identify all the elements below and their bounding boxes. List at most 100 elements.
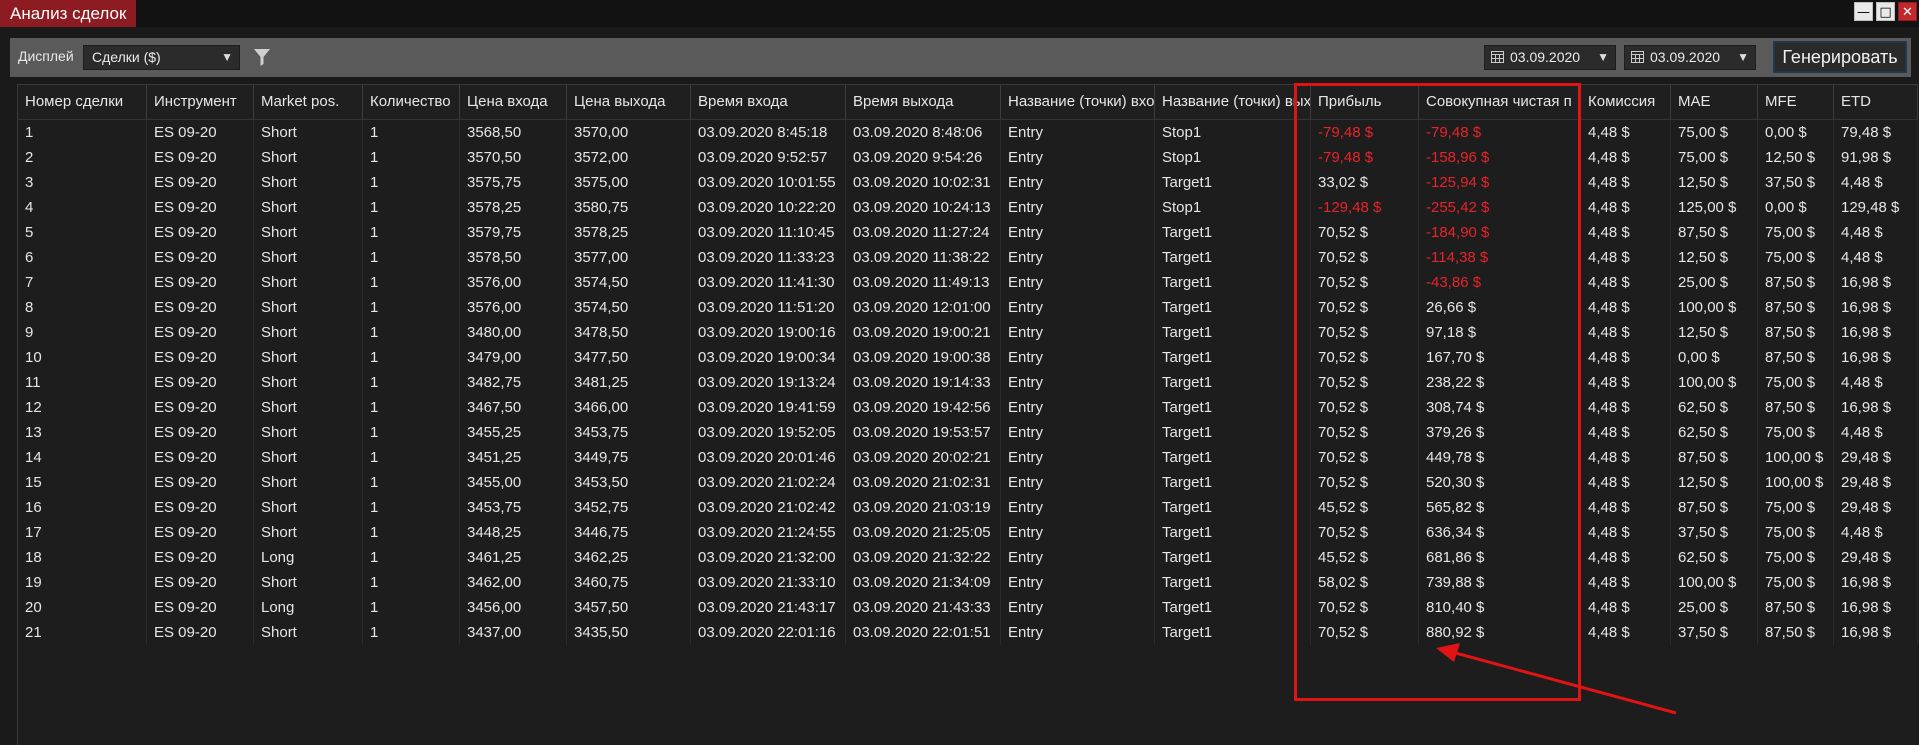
table-row[interactable]: 16 ES 09-20 Short 1 3453,75 3452,75 03.09.2020… — [18, 495, 1918, 520]
table-cell: ES 09-20 — [147, 245, 254, 270]
table-row[interactable]: 2 ES 09-20 Short 1 3570,50 3572,00 03.09.2020 … — [18, 145, 1918, 170]
table-cell: 3462,25 — [567, 545, 691, 570]
table-cell: 3575,75 — [460, 170, 567, 195]
table-row[interactable]: 15 ES 09-20 Short 1 3455,00 3453,50 03.09.2020… — [18, 470, 1918, 495]
table-cell: 3435,50 — [567, 620, 691, 645]
table-cell: 75,00 $ — [1758, 220, 1834, 245]
column-header[interactable]: Количество — [363, 85, 460, 119]
table-cell: -255,42 $ — [1419, 195, 1581, 220]
table-cell: 15 — [18, 470, 147, 495]
table-row[interactable]: 11 ES 09-20 Short 1 3482,75 3481,25 03.09.2020… — [18, 370, 1918, 395]
table-cell: 29,48 $ — [1834, 470, 1918, 495]
table-cell: 4,48 $ — [1581, 320, 1671, 345]
table-row[interactable]: 12 ES 09-20 Short 1 3467,50 3466,00 03.09.2020… — [18, 395, 1918, 420]
column-header[interactable]: Название (точки) вход — [1001, 85, 1155, 119]
table-row[interactable]: 13 ES 09-20 Short 1 3455,25 3453,75 03.09.2020… — [18, 420, 1918, 445]
table-cell: Entry — [1001, 445, 1155, 470]
table-cell: Entry — [1001, 345, 1155, 370]
column-header[interactable]: Прибыль — [1311, 85, 1419, 119]
column-header[interactable]: MAE — [1671, 85, 1758, 119]
table-cell: 16,98 $ — [1834, 570, 1918, 595]
table-cell: -158,96 $ — [1419, 145, 1581, 170]
table-cell: 20 — [18, 595, 147, 620]
table-cell: 70,52 $ — [1311, 470, 1419, 495]
table-cell: 87,50 $ — [1671, 220, 1758, 245]
generate-button[interactable]: Генерировать — [1773, 41, 1907, 73]
column-header[interactable]: Совокупная чистая п — [1419, 85, 1581, 119]
table-row[interactable]: 7 ES 09-20 Short 1 3576,00 3574,50 03.09.2020 … — [18, 270, 1918, 295]
table-cell: 3478,50 — [567, 320, 691, 345]
date-from-select[interactable]: 03.09.2020 ▼ — [1484, 45, 1616, 70]
column-header[interactable]: ETD — [1834, 85, 1918, 119]
table-cell: Entry — [1001, 470, 1155, 495]
table-cell: 4,48 $ — [1581, 470, 1671, 495]
table-row[interactable]: 6 ES 09-20 Short 1 3578,50 3577,00 03.09.2020 … — [18, 245, 1918, 270]
table-row[interactable]: 18 ES 09-20 Long 1 3461,25 3462,25 03.09.2020 … — [18, 545, 1918, 570]
table-row[interactable]: 8 ES 09-20 Short 1 3576,00 3574,50 03.09.2020 … — [18, 295, 1918, 320]
table-row[interactable]: 4 ES 09-20 Short 1 3578,25 3580,75 03.09.2020 … — [18, 195, 1918, 220]
table-cell: Short — [254, 570, 363, 595]
table-cell: 03.09.2020 19:14:33 — [846, 370, 1001, 395]
table-row[interactable]: 20 ES 09-20 Long 1 3456,00 3457,50 03.09.2020 … — [18, 595, 1918, 620]
table-row[interactable]: 3 ES 09-20 Short 1 3575,75 3575,00 03.09.2020 … — [18, 170, 1918, 195]
table-cell: 70,52 $ — [1311, 420, 1419, 445]
table-cell: 03.09.2020 21:02:42 — [691, 495, 846, 520]
table-row[interactable]: 1 ES 09-20 Short 1 3568,50 3570,00 03.09.2020 … — [18, 120, 1918, 145]
column-header[interactable]: MFE — [1758, 85, 1834, 119]
table-cell: 03.09.2020 11:41:30 — [691, 270, 846, 295]
column-header[interactable]: Время выхода — [846, 85, 1001, 119]
table-cell: Entry — [1001, 395, 1155, 420]
column-header[interactable]: Время входа — [691, 85, 846, 119]
table-cell: 13 — [18, 420, 147, 445]
table-cell: 3577,00 — [567, 245, 691, 270]
table-row[interactable]: 10 ES 09-20 Short 1 3479,00 3477,50 03.09.2020… — [18, 345, 1918, 370]
column-header[interactable]: Название (точки) вых — [1155, 85, 1311, 119]
column-header[interactable]: Market pos. — [254, 85, 363, 119]
table-cell: 03.09.2020 21:43:33 — [846, 595, 1001, 620]
table-cell: Short — [254, 520, 363, 545]
close-icon[interactable]: ✕ — [1898, 2, 1917, 21]
table-cell: 3467,50 — [460, 395, 567, 420]
table-row[interactable]: 9 ES 09-20 Short 1 3480,00 3478,50 03.09.2020 … — [18, 320, 1918, 345]
table-cell: 29,48 $ — [1834, 445, 1918, 470]
table-cell: 0,00 $ — [1671, 345, 1758, 370]
display-select[interactable]: Сделки ($) ▼ — [83, 45, 240, 70]
date-to-select[interactable]: 03.09.2020 ▼ — [1624, 45, 1756, 70]
table-cell: Entry — [1001, 120, 1155, 145]
table-cell: 12,50 $ — [1671, 170, 1758, 195]
column-header[interactable]: Цена выхода — [567, 85, 691, 119]
table-cell: 3575,00 — [567, 170, 691, 195]
table-cell: Long — [254, 545, 363, 570]
table-cell: 3482,75 — [460, 370, 567, 395]
table-row[interactable]: 5 ES 09-20 Short 1 3579,75 3578,25 03.09.2020 … — [18, 220, 1918, 245]
table-cell: 129,48 $ — [1834, 195, 1918, 220]
maximize-icon[interactable]: □ — [1876, 2, 1895, 21]
filter-icon[interactable] — [253, 47, 271, 67]
table-cell: 10 — [18, 345, 147, 370]
table-cell: 18 — [18, 545, 147, 570]
column-header[interactable]: Номер сделки — [18, 85, 147, 119]
table-cell: 238,22 $ — [1419, 370, 1581, 395]
table-cell: 4 — [18, 195, 147, 220]
table-cell: 16,98 $ — [1834, 395, 1918, 420]
table-cell: 1 — [363, 545, 460, 570]
table-cell: 3453,75 — [567, 420, 691, 445]
table-cell: 3460,75 — [567, 570, 691, 595]
minimize-icon[interactable]: — — [1854, 2, 1873, 21]
table-cell: 87,50 $ — [1758, 270, 1834, 295]
table-cell: 37,50 $ — [1671, 620, 1758, 645]
column-header[interactable]: Цена входа — [460, 85, 567, 119]
table-cell: 3477,50 — [567, 345, 691, 370]
table-cell: 11 — [18, 370, 147, 395]
table-cell: 9 — [18, 320, 147, 345]
column-header[interactable]: Инструмент — [147, 85, 254, 119]
column-header[interactable]: Комиссия — [1581, 85, 1671, 119]
table-cell: 03.09.2020 11:38:22 — [846, 245, 1001, 270]
table-row[interactable]: 19 ES 09-20 Short 1 3462,00 3460,75 03.09.2020… — [18, 570, 1918, 595]
table-row[interactable]: 17 ES 09-20 Short 1 3448,25 3446,75 03.09.2020… — [18, 520, 1918, 545]
table-cell: 03.09.2020 19:00:34 — [691, 345, 846, 370]
table-cell: 100,00 $ — [1671, 295, 1758, 320]
table-row[interactable]: 21 ES 09-20 Short 1 3437,00 3435,50 03.09.2020… — [18, 620, 1918, 645]
table-row[interactable]: 14 ES 09-20 Short 1 3451,25 3449,75 03.09.2020… — [18, 445, 1918, 470]
window-controls: — □ ✕ — [1854, 2, 1917, 21]
